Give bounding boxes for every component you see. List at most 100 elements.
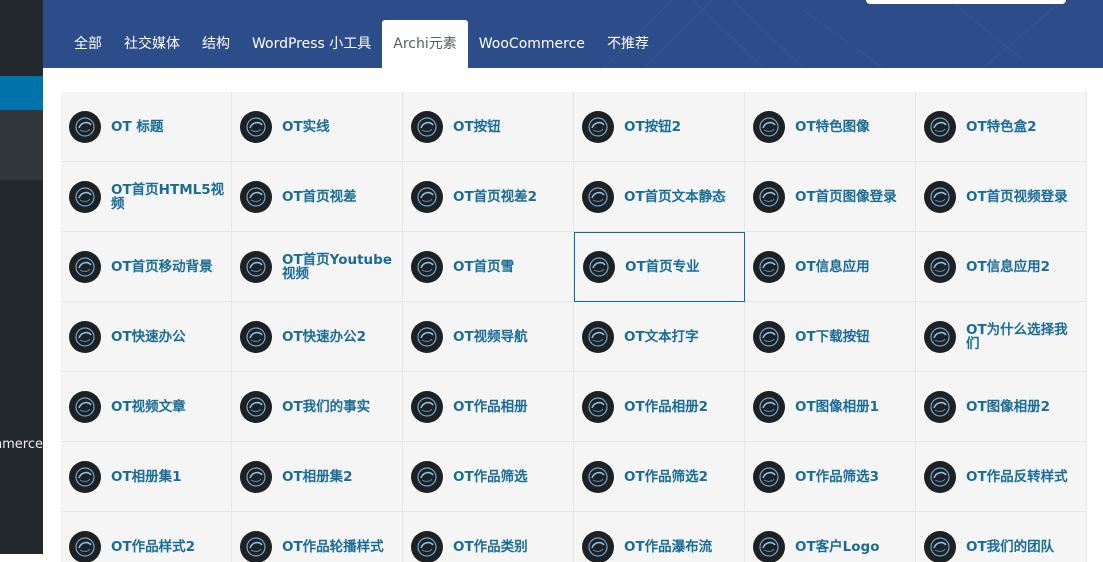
element-card-label: OT作品反转样式 [966,470,1074,484]
logo-badge-icon [411,111,443,143]
element-card-label: OT首页专业 [625,260,706,274]
element-card-label: OT视频导航 [453,330,534,344]
element-card[interactable]: OT首页Youtube视频 [232,232,403,302]
element-card-label: OT作品样式2 [111,540,201,554]
element-card[interactable]: OT作品筛选 [403,442,574,512]
element-card-label: OT作品相册2 [624,400,714,414]
logo-badge-icon [582,461,614,493]
element-card[interactable]: OT实线 [232,92,403,162]
element-card-label: OT信息应用2 [966,260,1056,274]
element-card[interactable]: OT首页图像登录 [745,162,916,232]
sidebar-active-item[interactable] [0,76,43,110]
logo-badge-icon [240,321,272,353]
element-card-label: OT视频文章 [111,400,192,414]
element-card[interactable]: OT首页HTML5视频 [61,162,232,232]
logo-badge-icon [753,111,785,143]
element-card[interactable]: OT作品相册 [403,372,574,442]
logo-badge-icon [753,321,785,353]
element-card-label: OT作品轮播样式 [282,540,390,554]
element-card-label: OT作品类别 [453,540,534,554]
element-card-label: OT作品筛选 [453,470,534,484]
logo-badge-icon [411,531,443,562]
element-card[interactable]: OT首页视差 [232,162,403,232]
element-card-label: OT按钮 [453,120,507,134]
element-card[interactable]: OT按钮2 [574,92,745,162]
element-card-label: OT图像相册1 [795,400,885,414]
logo-badge-icon [411,321,443,353]
tab-2[interactable]: 结构 [191,20,241,68]
element-card-label: OT按钮2 [624,120,687,134]
logo-badge-icon [583,251,615,283]
sidebar-item-woocommerce-label[interactable]: mmerce [0,437,43,452]
element-card[interactable]: OT作品反转样式 [916,442,1087,512]
element-card-label: OT作品筛选3 [795,470,885,484]
element-card[interactable]: OT作品类别 [403,512,574,562]
sidebar-submenu[interactable] [0,110,43,180]
element-card[interactable]: OT文本打字 [574,302,745,372]
element-card[interactable]: OT作品瀑布流 [574,512,745,562]
elements-header: 全部社交媒体结构WordPress 小工具Archi元素WooCommerce不… [43,0,1103,68]
element-card[interactable]: OT首页雪 [403,232,574,302]
tab-0[interactable]: 全部 [63,20,113,68]
tab-5[interactable]: WooCommerce [468,20,596,68]
element-card-label: OT为什么选择我们 [966,323,1086,351]
element-card[interactable]: OT图像相册2 [916,372,1087,442]
element-card-label: OT快速办公2 [282,330,372,344]
element-card[interactable]: OT 标题 [61,92,232,162]
element-card[interactable]: OT图像相册1 [745,372,916,442]
element-card[interactable]: OT首页移动背景 [61,232,232,302]
element-card[interactable]: OT信息应用 [745,232,916,302]
element-card[interactable]: OT首页视差2 [403,162,574,232]
category-tabs: 全部社交媒体结构WordPress 小工具Archi元素WooCommerce不… [63,20,660,68]
element-card[interactable]: OT信息应用2 [916,232,1087,302]
logo-badge-icon [411,181,443,213]
logo-badge-icon [924,181,956,213]
element-card[interactable]: OT作品筛选3 [745,442,916,512]
element-card[interactable]: OT快速办公2 [232,302,403,372]
logo-badge-icon [240,391,272,423]
tab-6[interactable]: 不推荐 [596,20,660,68]
element-card[interactable]: OT按钮 [403,92,574,162]
element-card[interactable]: OT相册集2 [232,442,403,512]
element-card[interactable]: OT视频文章 [61,372,232,442]
element-card[interactable]: OT快速办公 [61,302,232,372]
element-card-label: OT首页视频登录 [966,190,1074,204]
element-card[interactable]: OT为什么选择我们 [916,302,1087,372]
element-card[interactable]: OT作品轮播样式 [232,512,403,562]
search-input[interactable] [866,0,1066,4]
logo-badge-icon [240,251,272,283]
logo-badge-icon [924,111,956,143]
logo-badge-icon [582,391,614,423]
element-card[interactable]: OT首页文本静态 [574,162,745,232]
element-card[interactable]: OT我们的团队 [916,512,1087,562]
logo-badge-icon [753,531,785,562]
element-card-label: OT作品相册 [453,400,534,414]
element-card[interactable]: OT客户Logo [745,512,916,562]
element-card[interactable]: OT作品样式2 [61,512,232,562]
element-card[interactable]: OT视频导航 [403,302,574,372]
element-card[interactable]: OT下载按钮 [745,302,916,372]
element-card[interactable]: OT我们的事实 [232,372,403,442]
logo-badge-icon [240,181,272,213]
element-card[interactable]: OT相册集1 [61,442,232,512]
admin-sidebar: mmerce [0,0,43,554]
element-card-label: OT首页视差2 [453,190,543,204]
element-card[interactable]: OT首页视频登录 [916,162,1087,232]
logo-badge-icon [411,461,443,493]
logo-badge-icon [69,391,101,423]
element-card[interactable]: OT特色图像 [745,92,916,162]
tab-1[interactable]: 社交媒体 [113,20,191,68]
logo-badge-icon [411,251,443,283]
element-card[interactable]: OT作品筛选2 [574,442,745,512]
element-card[interactable]: OT首页专业 [574,232,745,302]
elements-grid: OT 标题OT实线 OT按钮 OT按钮2 OT特色图像OT特色盒2 OT首页HTML5视… [61,92,1087,562]
logo-badge-icon [69,111,101,143]
element-card-label: OT首页Youtube视频 [282,253,402,281]
element-card-label: OT首页文本静态 [624,190,732,204]
tab-3[interactable]: WordPress 小工具 [241,20,382,68]
element-card-label: OT我们的事实 [282,400,376,414]
logo-badge-icon [69,181,101,213]
element-card[interactable]: OT特色盒2 [916,92,1087,162]
tab-4[interactable]: Archi元素 [382,20,468,68]
element-card[interactable]: OT作品相册2 [574,372,745,442]
